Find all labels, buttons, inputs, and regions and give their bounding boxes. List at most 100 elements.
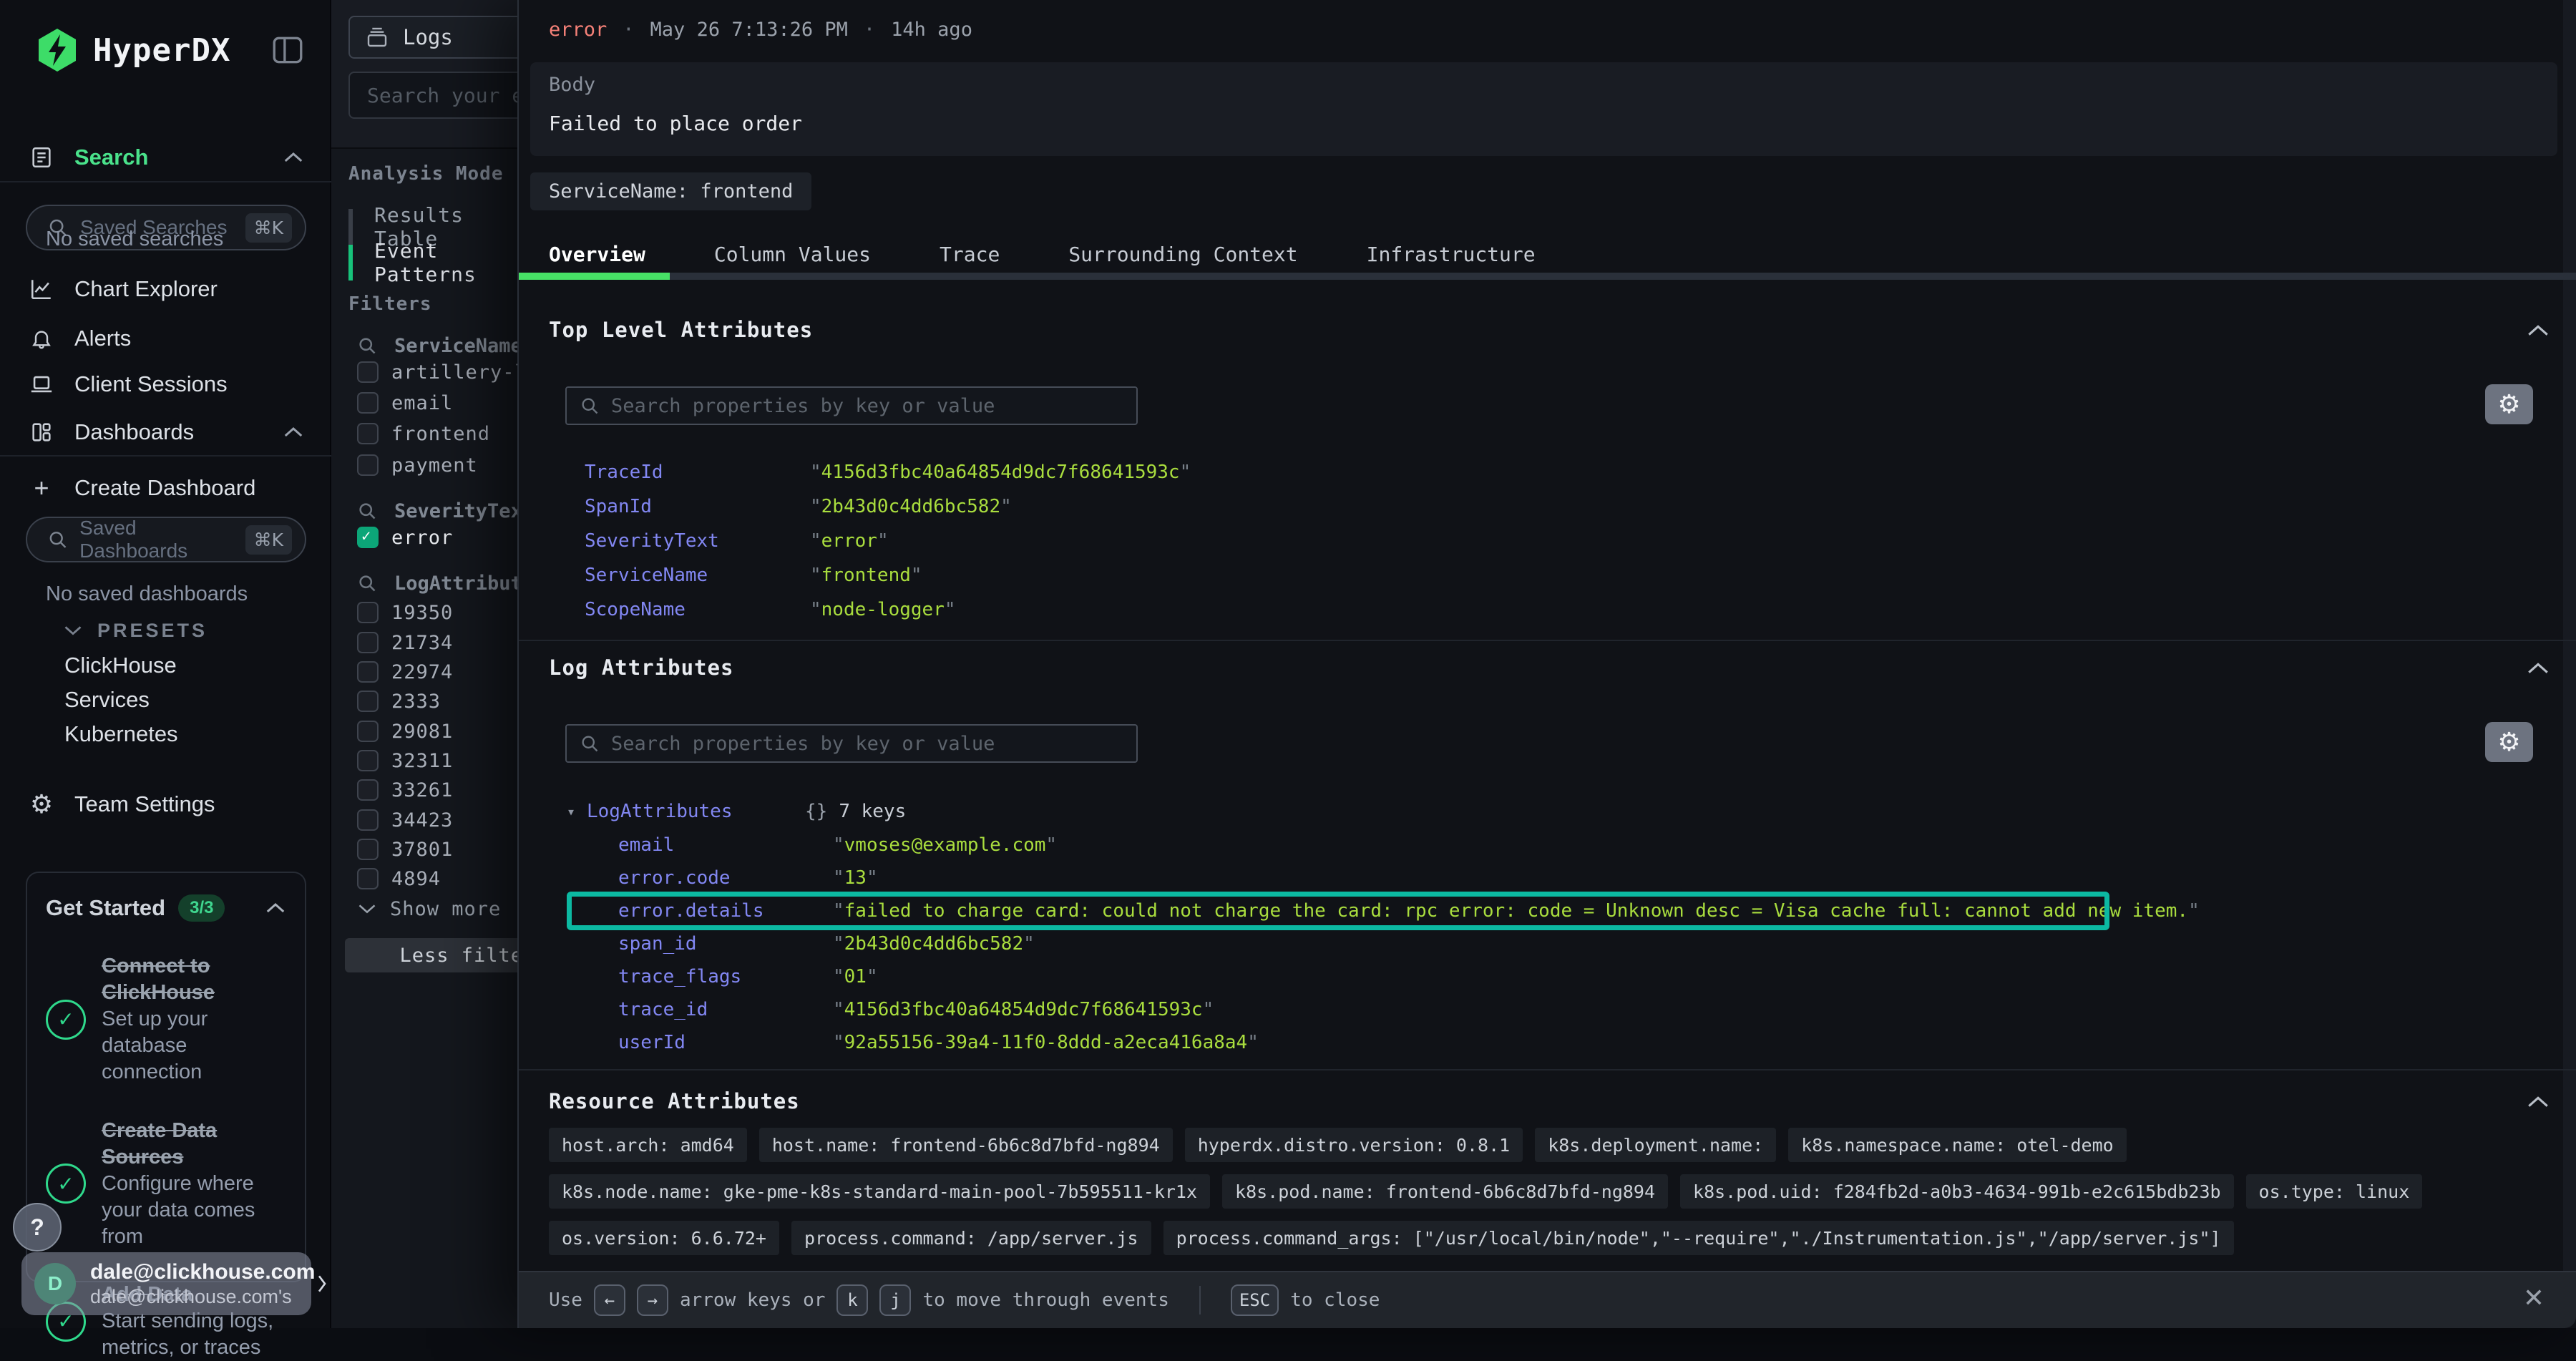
attribute-row[interactable]: trace_flags "01" — [618, 960, 2547, 993]
checkbox[interactable] — [357, 661, 379, 683]
filter-option[interactable]: 33261 — [357, 774, 453, 806]
top-level-settings-button[interactable]: ⚙ — [2485, 384, 2533, 424]
attribute-key[interactable]: trace_flags — [618, 966, 833, 987]
attribute-key[interactable]: LogAttributes — [587, 801, 805, 822]
sidebar-item-client-sessions[interactable]: Client Sessions — [0, 363, 331, 406]
attribute-row[interactable]: SeverityText "error" — [585, 524, 2547, 558]
source-select[interactable]: Logs — [348, 16, 517, 59]
checkbox[interactable] — [357, 750, 379, 771]
resource-chip[interactable]: os.type: linux — [2246, 1174, 2423, 1209]
checkbox[interactable] — [357, 602, 379, 623]
checkbox[interactable] — [357, 392, 379, 414]
attribute-key[interactable]: SpanId — [585, 496, 810, 517]
tab-column-values[interactable]: Column Values — [714, 243, 871, 266]
search-icon[interactable] — [357, 336, 377, 356]
checkbox[interactable] — [357, 868, 379, 889]
attribute-row[interactable]: email "vmoses@example.com" — [618, 829, 2547, 862]
get-started-step[interactable]: ✓ Create Data Sources Configure where yo… — [46, 1118, 286, 1251]
attribute-row[interactable]: error.code "13" — [618, 862, 2547, 894]
attribute-row-highlighted[interactable]: error.details "failed to charge card: co… — [618, 894, 2547, 927]
attribute-row[interactable]: span_id "2b43d0c4dd6bc582" — [618, 927, 2547, 960]
resource-chip[interactable]: hyperdx.distro.version: 0.8.1 — [1185, 1128, 1523, 1162]
less-filters-button[interactable]: Less filters — [345, 938, 517, 972]
attribute-key[interactable]: trace_id — [618, 999, 833, 1020]
checkbox[interactable] — [357, 423, 379, 444]
resource-chip[interactable]: k8s.pod.uid: f284fb2d-a0b3-4634-991b-e2c… — [1680, 1174, 2234, 1209]
filter-option[interactable]: 19350 — [357, 597, 453, 628]
search-icon[interactable] — [357, 501, 377, 521]
events-search-input[interactable] — [348, 72, 517, 119]
top-level-search[interactable] — [565, 386, 1138, 425]
chevron-up-icon[interactable] — [283, 151, 304, 164]
filter-option-checked[interactable]: error — [357, 522, 453, 553]
attribute-value[interactable]: node-logger — [821, 599, 945, 620]
log-attributes-search[interactable] — [565, 724, 1138, 763]
attribute-row[interactable]: ScopeName "node-logger" — [585, 592, 2547, 627]
sidebar-item-search[interactable]: Search — [0, 136, 331, 179]
top-level-search-input[interactable] — [611, 395, 1112, 417]
resource-chip[interactable]: k8s.deployment.name: — [1535, 1128, 1776, 1162]
log-attributes-settings-button[interactable]: ⚙ — [2485, 722, 2533, 762]
checkbox[interactable] — [357, 454, 379, 476]
user-menu[interactable]: D dale@clickhouse.com dale@clickhouse.co… — [21, 1252, 311, 1315]
chevron-up-icon[interactable] — [265, 902, 286, 914]
attribute-key[interactable]: email — [618, 834, 833, 856]
filter-option[interactable]: 21734 — [357, 627, 453, 658]
chevron-up-icon[interactable] — [2526, 1095, 2550, 1109]
attribute-row[interactable]: SpanId "2b43d0c4dd6bc582" — [585, 489, 2547, 524]
attribute-key[interactable]: ServiceName — [585, 565, 810, 586]
checkbox[interactable] — [357, 691, 379, 712]
attribute-value[interactable]: 2b43d0c4dd6bc582 — [821, 496, 1000, 517]
attribute-value[interactable]: 4156d3fbc40a64854d9dc7f68641593c — [821, 462, 1180, 483]
attribute-key[interactable]: error.code — [618, 867, 833, 889]
tab-infrastructure[interactable]: Infrastructure — [1367, 243, 1536, 266]
attribute-key[interactable]: ScopeName — [585, 599, 810, 620]
search-icon[interactable] — [357, 573, 377, 593]
sidebar-item-dashboards[interactable]: Dashboards — [0, 411, 331, 454]
saved-dashboards-input[interactable]: Saved Dashboards ⌘K — [26, 517, 306, 562]
sidebar-item-chart-explorer[interactable]: Chart Explorer — [0, 268, 331, 311]
filter-option[interactable]: 37801 — [357, 834, 453, 865]
checkbox[interactable] — [357, 721, 379, 742]
sidebar-item-kubernetes[interactable]: Kubernetes — [0, 713, 331, 756]
attribute-value[interactable]: 13 — [844, 867, 867, 889]
sidebar-item-alerts[interactable]: Alerts — [0, 317, 331, 360]
filter-option[interactable]: 22974 — [357, 656, 453, 688]
attribute-value[interactable]: 4156d3fbc40a64854d9dc7f68641593c — [844, 999, 1203, 1020]
checkbox[interactable] — [357, 361, 379, 383]
attribute-value[interactable]: error — [821, 530, 877, 552]
sidebar-item-team-settings[interactable]: ⚙ Team Settings — [0, 783, 331, 826]
scrollbar-track[interactable] — [2563, 0, 2576, 1271]
attribute-value[interactable]: 2b43d0c4dd6bc582 — [844, 933, 1023, 955]
filter-option[interactable]: artillery-loa — [357, 356, 517, 388]
filter-option[interactable]: 2333 — [357, 686, 441, 717]
attribute-key[interactable]: SeverityText — [585, 530, 810, 552]
filter-option[interactable]: frontend — [357, 418, 490, 449]
attribute-key[interactable]: error.details — [618, 900, 833, 922]
log-attributes-root-row[interactable]: ▾ LogAttributes {} 7 keys — [519, 794, 906, 829]
service-name-chip[interactable]: ServiceName: frontend — [530, 172, 811, 210]
attribute-value[interactable]: failed to charge card: could not charge … — [844, 900, 2188, 922]
help-button[interactable]: ? — [13, 1203, 62, 1252]
checkbox[interactable] — [357, 809, 379, 831]
resource-chip[interactable]: k8s.namespace.name: otel-demo — [1788, 1128, 2127, 1162]
chevron-up-icon[interactable] — [283, 426, 304, 439]
log-attributes-search-input[interactable] — [611, 733, 1112, 755]
attribute-row[interactable]: TraceId "4156d3fbc40a64854d9dc7f68641593… — [585, 455, 2547, 489]
resource-chip[interactable]: k8s.pod.name: frontend-6b6c8d7bfd-ng894 — [1222, 1174, 1668, 1209]
filter-option[interactable]: email — [357, 387, 453, 419]
resource-chip[interactable]: process.command_args: ["/usr/local/bin/n… — [1163, 1221, 2234, 1255]
attribute-key[interactable]: userId — [618, 1032, 833, 1053]
mode-event-patterns[interactable]: Event Patterns — [348, 245, 517, 281]
attribute-row[interactable]: trace_id "4156d3fbc40a64854d9dc7f6864159… — [618, 993, 2547, 1026]
attribute-row[interactable]: ServiceName "frontend" — [585, 558, 2547, 592]
filter-option[interactable]: 4894 — [357, 863, 441, 894]
resource-chip[interactable]: host.arch: amd64 — [549, 1128, 747, 1162]
filter-option[interactable]: 34423 — [357, 804, 453, 836]
create-dashboard-button[interactable]: + Create Dashboard — [0, 467, 331, 509]
checkbox-checked[interactable] — [357, 527, 379, 548]
close-panel-button[interactable]: ✕ — [2523, 1284, 2545, 1313]
resource-chip[interactable]: host.name: frontend-6b6c8d7bfd-ng894 — [759, 1128, 1173, 1162]
attribute-value[interactable]: 92a55156-39a4-11f0-8ddd-a2eca416a8a4 — [844, 1032, 1248, 1053]
collapse-sidebar-icon[interactable] — [270, 32, 306, 68]
